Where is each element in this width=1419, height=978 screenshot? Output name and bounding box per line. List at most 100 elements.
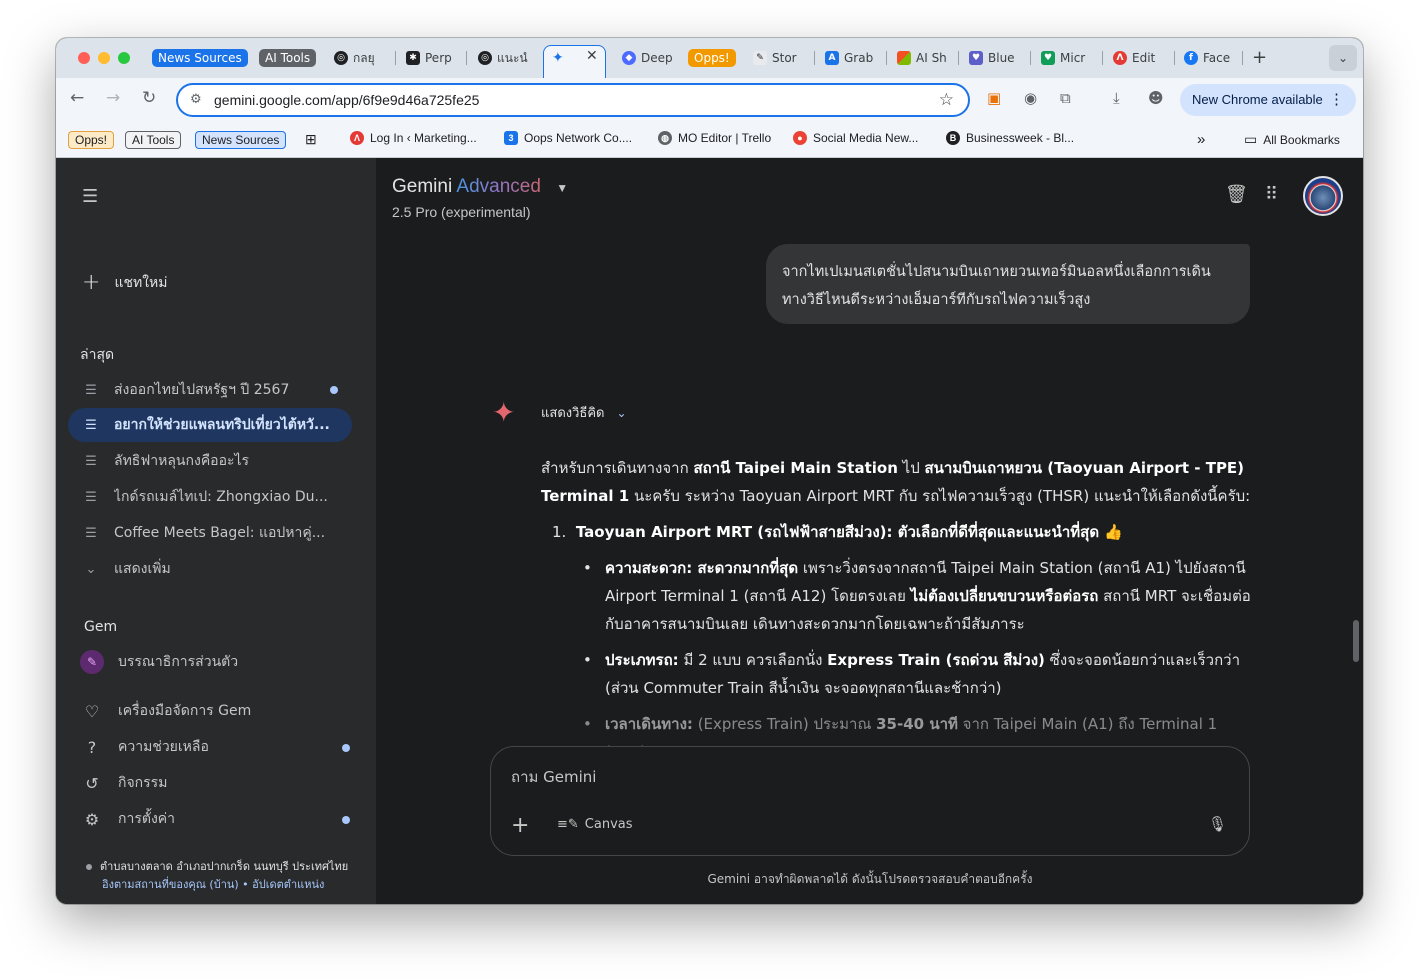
- bookmark-oops-network[interactable]: 3 Oops Network Co....: [504, 131, 632, 145]
- tab-story[interactable]: ✎ Stor: [753, 47, 805, 69]
- add-attachment-button[interactable]: +: [511, 813, 529, 838]
- chevron-down-icon: ⌄: [85, 561, 97, 577]
- reload-icon[interactable]: ↻: [142, 88, 156, 108]
- tab-ai-show[interactable]: AI Sh: [897, 47, 949, 69]
- browser-window: News Sources AI Tools ◎ กลยุ ✱ Perp ◎ แน…: [56, 38, 1363, 904]
- bookmark-favicon: Λ: [350, 131, 364, 145]
- openai-icon: ◎: [334, 51, 348, 65]
- maximize-window-button[interactable]: [118, 52, 130, 64]
- model-version: 2.5 Pro (experimental): [392, 204, 531, 220]
- tab-grab[interactable]: A Grab: [825, 47, 877, 69]
- extensions-puzzle-icon[interactable]: ⧉: [1060, 89, 1071, 107]
- activity-button[interactable]: ↺ กิจกรรม: [80, 772, 167, 794]
- bookmark-label: Businessweek - Bl...: [966, 131, 1075, 145]
- new-tab-button[interactable]: +: [1252, 47, 1267, 68]
- profile-icon[interactable]: ☻: [1148, 89, 1164, 107]
- back-icon[interactable]: ←: [70, 88, 84, 108]
- chat-icon: ☰: [85, 453, 97, 469]
- prompt-input[interactable]: ถาม Gemini + ≡✎ Canvas 🎙: [490, 746, 1250, 856]
- recent-chat-item[interactable]: ☰ ไกด์รถเมล์ไทเป: Zhongxiao Du...: [68, 480, 352, 514]
- tab-label: กลยุ: [353, 50, 375, 65]
- tab-edit[interactable]: Λ Edit: [1113, 47, 1165, 69]
- tab-label: AI Sh: [916, 51, 947, 65]
- tab-label: Grab: [844, 51, 874, 65]
- show-thinking-button[interactable]: แสดงวิธีคิด ⌄: [541, 402, 627, 423]
- microphone-icon[interactable]: 🎙: [1208, 815, 1227, 833]
- new-chrome-available-button[interactable]: New Chrome available ⋮: [1180, 84, 1356, 116]
- recent-chat-item[interactable]: ☰ ลัทธิฟาหลุนกงคืออะไร: [68, 444, 352, 478]
- tab-recommend[interactable]: ◎ แนะนํ: [478, 47, 530, 69]
- all-bookmarks[interactable]: ▭ All Bookmarks: [1244, 131, 1340, 148]
- delete-chat-icon[interactable]: 🗑: [1225, 184, 1248, 205]
- perplexity-icon: ✱: [406, 51, 420, 65]
- help-notification-dot: [342, 744, 350, 752]
- update-location-link[interactable]: อิงตามสถานที่ของคุณ (บ้าน) • อัปเดตตำแหน…: [86, 876, 348, 894]
- recent-chat-item-active[interactable]: ☰ อยากให้ช่วยแพลนทริปเที่ยวไต้หวั...: [68, 408, 352, 442]
- minimize-window-button[interactable]: [98, 52, 110, 64]
- tab-gemini-active[interactable]: ✦ ✕: [543, 45, 606, 78]
- activity-label: กิจกรรม: [118, 775, 168, 791]
- bookmark-star-icon[interactable]: ☆: [939, 90, 954, 110]
- canvas-button[interactable]: ≡✎ Canvas: [557, 817, 633, 832]
- history-icon: ↺: [85, 773, 99, 793]
- openai-icon: ◎: [478, 51, 492, 65]
- bookmark-opps[interactable]: Opps!: [68, 131, 115, 149]
- apps-grid-icon[interactable]: ⠿: [1265, 184, 1278, 205]
- tab-perplexity[interactable]: ✱ Perp: [406, 47, 458, 69]
- more-bookmarks-icon[interactable]: »: [1197, 131, 1205, 148]
- tab-opps[interactable]: Opps!: [688, 47, 736, 69]
- download-icon[interactable]: ⤓: [1113, 89, 1120, 107]
- menu-icon[interactable]: ☰: [82, 186, 98, 207]
- tab-label: Perp: [425, 51, 452, 65]
- bookmark-login-marketing[interactable]: Λ Log In ‹ Marketing...: [350, 131, 477, 145]
- close-tab-icon[interactable]: ✕: [586, 48, 598, 64]
- gem-heading: Gem: [84, 619, 118, 635]
- browser-toolbar: ← → ↻ ⚙ gemini.google.com/app/6f9e9d46a7…: [56, 78, 1363, 122]
- tab-label: Opps!: [688, 49, 736, 67]
- tab-ai-tools[interactable]: AI Tools: [259, 47, 317, 69]
- chat-icon: ☰: [85, 417, 97, 433]
- apps-grid-icon[interactable]: ⊞: [305, 131, 317, 148]
- bookmark-news-sources[interactable]: News Sources: [195, 131, 287, 149]
- settings-button[interactable]: ⚙ การตั้งค่า: [80, 808, 175, 830]
- new-chat-button[interactable]: + แชทใหม่: [82, 270, 167, 295]
- camera-icon[interactable]: ◉: [1024, 89, 1037, 107]
- tab-search-button[interactable]: ⌄: [1329, 45, 1357, 71]
- more-menu-icon[interactable]: ⋮: [1329, 90, 1344, 108]
- bookmark-ai-tools[interactable]: AI Tools: [125, 131, 182, 149]
- tab-facebook[interactable]: f Face: [1184, 47, 1234, 69]
- bookmarks-bar: Opps! AI Tools News Sources ⊞ Λ Log In ‹…: [56, 122, 1363, 158]
- tab-label: AI Tools: [259, 49, 317, 67]
- recent-heading: ล่าสุด: [80, 347, 115, 363]
- recent-chat-item[interactable]: ☰ ส่งออกไทยไปสหรัฐฯ ปี 2567: [68, 373, 352, 407]
- gem-manager[interactable]: ♡ เครื่องมือจัดการ Gem: [80, 700, 251, 722]
- bookmark-mo-editor[interactable]: ◍ MO Editor | Trello: [658, 131, 771, 145]
- tab-microsoft[interactable]: ♥ Micr: [1041, 47, 1093, 69]
- user-message: จากไทเปเมนสเตชั่นไปสนามบินเถาหยวนเทอร์มิ…: [766, 244, 1250, 324]
- tab-news-sources[interactable]: News Sources: [152, 47, 248, 69]
- model-switcher[interactable]: Gemini Advanced ▼: [392, 176, 568, 198]
- bookmark-businessweek[interactable]: B Businessweek - Bl...: [946, 131, 1074, 145]
- gemini-sparkle-icon: ✦: [492, 396, 516, 429]
- bookmark-social-media[interactable]: ● Social Media New...: [793, 131, 918, 145]
- tab-blue[interactable]: ♥ Blue: [969, 47, 1021, 69]
- scrollbar[interactable]: [1353, 620, 1359, 662]
- address-bar[interactable]: ⚙ gemini.google.com/app/6f9e9d46a725fe25…: [176, 83, 970, 117]
- avatar[interactable]: [1303, 176, 1343, 216]
- show-more-button[interactable]: ⌄ แสดงเพิ่ม: [68, 552, 352, 586]
- help-button[interactable]: ? ความช่วยเหลือ: [80, 736, 209, 758]
- tab-strategy[interactable]: ◎ กลยุ: [334, 47, 384, 69]
- story-icon: ✎: [753, 51, 767, 65]
- heart-icon: ♥: [1041, 51, 1055, 65]
- extension-icon[interactable]: ▣: [987, 89, 1001, 107]
- gem-personal-editor[interactable]: ✎ บรรณาธิการส่วนตัว: [80, 650, 238, 674]
- close-window-button[interactable]: [78, 52, 90, 64]
- forward-icon[interactable]: →: [106, 88, 120, 108]
- recent-chat-item[interactable]: ☰ Coffee Meets Bagel: แอปหาคู่...: [68, 516, 352, 550]
- gemini-main: Gemini Advanced ▼ 2.5 Pro (experimental)…: [376, 158, 1363, 904]
- brand-name: Gemini: [392, 176, 453, 197]
- tab-deepseek[interactable]: ◆ Deep: [622, 47, 676, 69]
- bookmark-favicon: ●: [793, 131, 807, 145]
- tab-label: Deep: [641, 51, 673, 65]
- site-settings-icon[interactable]: ⚙: [190, 92, 202, 107]
